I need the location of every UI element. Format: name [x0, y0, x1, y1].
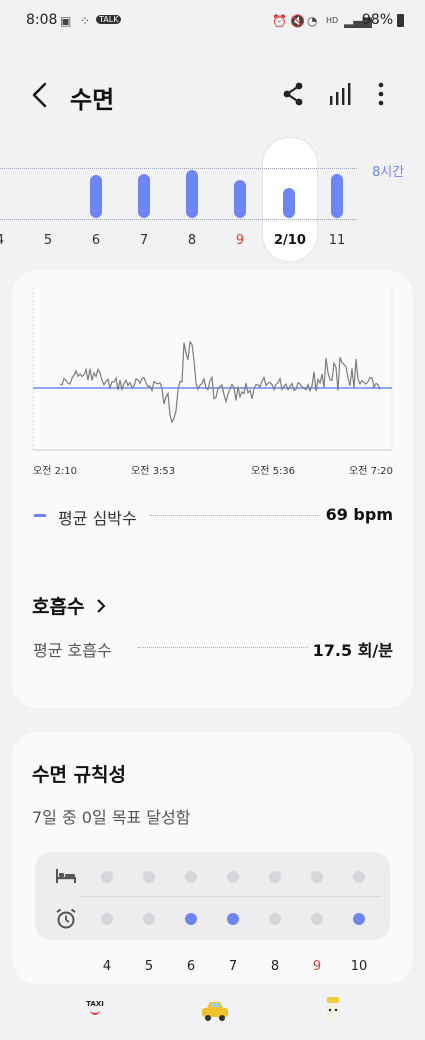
share-dots-icon: ⁘	[80, 14, 91, 28]
respiration-link[interactable]: 호흡수	[32, 592, 122, 618]
page-title: 수면	[70, 86, 115, 114]
x-tick-3: 오전 5:36	[251, 466, 296, 477]
day-label-2[interactable]: 6	[81, 233, 111, 248]
bedtime-dot-2	[185, 871, 197, 883]
x-tick-2: 오전 3:53	[131, 466, 176, 477]
regularity-title: 수면 규칙성	[32, 764, 127, 786]
sleep-bar-6[interactable]	[283, 188, 295, 218]
respiration-title: 호흡수	[32, 596, 85, 618]
regularity-day-label-3: 7	[228, 959, 238, 974]
day-label-6[interactable]: 2/10	[274, 233, 306, 248]
regularity-day-label-0: 4	[102, 959, 112, 974]
sleep-bar-4[interactable]	[186, 170, 198, 218]
x-tick-1: 오전 2:10	[33, 466, 78, 477]
chevron-right-icon	[96, 599, 105, 613]
taxi-app-icon[interactable]: TAXI	[84, 1000, 106, 1015]
day-label-3[interactable]: 7	[129, 233, 159, 248]
app-header: 수면	[0, 68, 425, 124]
wake-dot-2	[185, 913, 197, 925]
wake-dot-5	[311, 913, 323, 925]
wake-dot-4	[269, 913, 281, 925]
avg-heart-rate-value: 69 bpm	[325, 505, 393, 524]
day-label-7[interactable]: 11	[322, 233, 352, 248]
alarm-clock-icon	[56, 908, 76, 929]
sleep-bar-5[interactable]	[234, 180, 246, 218]
more-options-icon[interactable]	[376, 82, 386, 106]
wake-dot-6	[353, 913, 365, 925]
bedtime-dot-0	[101, 871, 113, 883]
day-label-0[interactable]: 4	[0, 233, 15, 248]
battery-icon	[397, 14, 404, 27]
bedtime-dot-1	[143, 871, 155, 883]
regularity-day-label-6: 10	[350, 959, 368, 974]
share-icon[interactable]	[282, 82, 304, 106]
avg-respiration-value: 17.5 회/분	[312, 641, 393, 660]
stats-icon[interactable]	[328, 82, 352, 106]
bedtime-dot-4	[269, 871, 281, 883]
wake-dot-1	[143, 913, 155, 925]
sleep-regularity-card[interactable]: 수면 규칙성 7일 중 0일 목표 달성함 4 5 6 7 8 9 10	[12, 732, 413, 984]
heart-rate-chart	[32, 288, 393, 451]
status-bar: 8:08 ▣ ⁘ TALK ⏰ 🔇 ◔ HD ▂▄▆ 98%	[0, 0, 425, 44]
base-line	[0, 219, 357, 220]
character-app-icon[interactable]	[322, 994, 344, 1024]
regularity-day-label-1: 5	[144, 959, 154, 974]
bed-icon	[56, 869, 76, 883]
regularity-grid	[35, 852, 390, 940]
wake-dot-0	[101, 913, 113, 925]
talk-icon: TALK	[96, 15, 122, 24]
taxi-car-icon[interactable]	[200, 1000, 230, 1022]
week-strip: 8시간 4 5 6 7 8 9 2/10 11	[0, 135, 425, 262]
regularity-day-label-5: 9	[312, 959, 322, 974]
goal-label: 8시간	[372, 165, 405, 180]
back-icon[interactable]	[30, 82, 50, 108]
goal-line	[0, 168, 357, 169]
x-tick-4: 오전 7:20	[349, 466, 394, 477]
day-label-5[interactable]: 9	[225, 233, 255, 248]
bedtime-dot-3	[227, 871, 239, 883]
avg-heart-rate-label: 평균 심박수	[58, 509, 137, 528]
bedtime-dot-5	[311, 871, 323, 883]
regularity-day-label-2: 6	[186, 959, 196, 974]
heart-rate-card: 오전 2:10 오전 3:53 오전 5:36 오전 7:20 평균 심박수 6…	[12, 270, 413, 708]
regularity-day-label-4: 8	[270, 959, 280, 974]
avg-legend-swatch	[34, 514, 46, 517]
sleep-bar-3[interactable]	[138, 174, 150, 218]
heart-rate-series	[59, 340, 381, 424]
gallery-icon: ▣	[60, 14, 72, 28]
wifi-icon: ◔	[307, 14, 318, 28]
day-label-4[interactable]: 8	[177, 233, 207, 248]
bedtime-dot-6	[353, 871, 365, 883]
status-time: 8:08	[26, 12, 58, 28]
avg-respiration-label: 평균 호흡수	[33, 641, 112, 660]
wake-dot-3	[227, 913, 239, 925]
bottom-app-bar: TAXI	[0, 990, 425, 1040]
sleep-bar-7[interactable]	[331, 174, 343, 218]
taxi-app-label: TAXI	[86, 1000, 104, 1008]
regularity-subtitle: 7일 중 0일 목표 달성함	[32, 808, 191, 827]
battery-percent: 98%	[362, 12, 394, 28]
hd-icon: HD	[326, 16, 339, 25]
day-label-1[interactable]: 5	[33, 233, 63, 248]
mute-icon: 🔇	[290, 14, 305, 28]
sleep-bar-2[interactable]	[90, 175, 102, 218]
alarm-icon: ⏰	[272, 14, 287, 28]
